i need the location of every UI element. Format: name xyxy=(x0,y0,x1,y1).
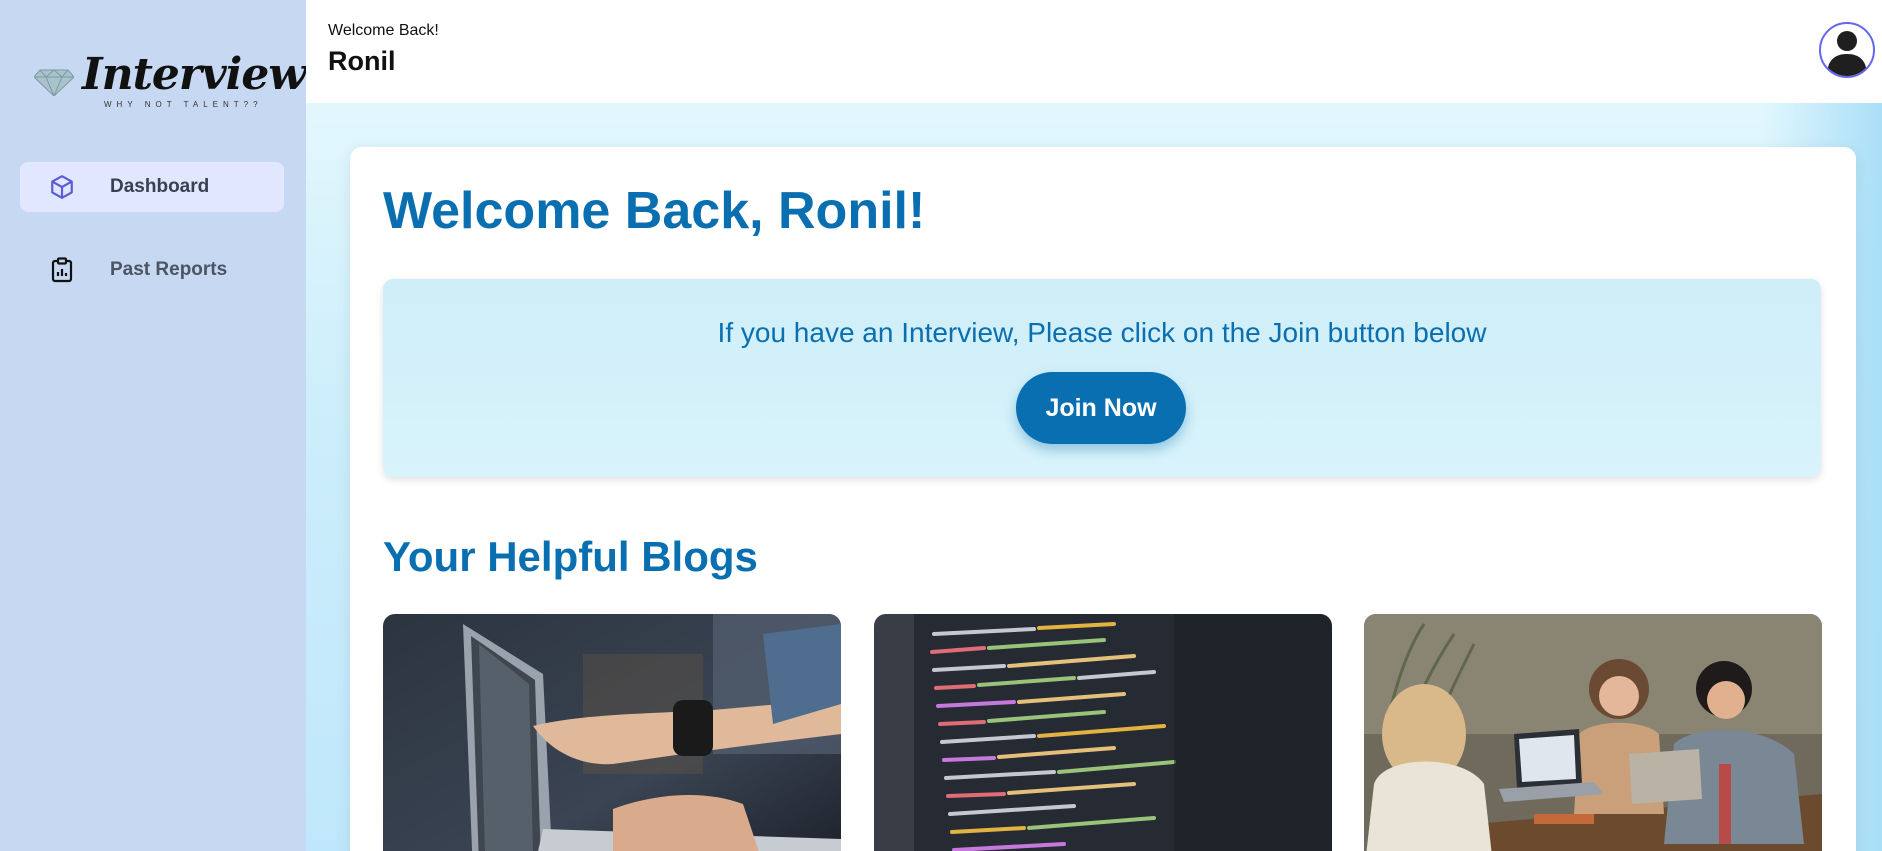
header-greeting: Welcome Back! xyxy=(328,22,439,39)
laptop-pointing-photo xyxy=(383,614,841,851)
join-now-button[interactable]: Join Now xyxy=(1016,372,1186,444)
brand-tagline: WHY NOT TALENT?? xyxy=(104,100,263,109)
header-user-name: Ronil xyxy=(328,46,396,76)
blog-card[interactable] xyxy=(874,614,1332,851)
sidebar-item-dashboard[interactable]: Dashboard xyxy=(20,162,284,212)
sidebar-item-label: Past Reports xyxy=(110,259,228,280)
blog-card[interactable] xyxy=(383,614,841,851)
brand-logo[interactable]: Interview Ji WHY NOT TALENT?? xyxy=(34,48,356,116)
blogs-heading: Your Helpful Blogs xyxy=(383,533,758,580)
top-header: Welcome Back! Ronil xyxy=(306,0,1882,103)
main-content: Welcome Back, Ronil! If you have an Inte… xyxy=(306,103,1882,851)
user-avatar-button[interactable] xyxy=(1819,22,1875,78)
blog-card[interactable] xyxy=(1364,614,1822,851)
clipboard-chart-icon xyxy=(48,256,76,284)
join-interview-panel: If you have an Interview, Please click o… xyxy=(383,279,1821,477)
page-title: Welcome Back, Ronil! xyxy=(383,182,926,240)
code-screen-photo xyxy=(874,614,1332,851)
sidebar: Interview Ji WHY NOT TALENT?? Dashboard … xyxy=(0,0,356,851)
people-at-table-photo xyxy=(1364,614,1822,851)
sidebar-item-past-reports[interactable]: Past Reports xyxy=(20,245,284,295)
join-message: If you have an Interview, Please click o… xyxy=(717,317,1487,348)
diamond-logo-icon xyxy=(34,69,74,96)
cube-icon xyxy=(48,173,76,201)
dashboard-card: Welcome Back, Ronil! If you have an Inte… xyxy=(350,147,1856,851)
user-avatar-icon xyxy=(1827,31,1867,76)
sidebar-item-label: Dashboard xyxy=(110,176,210,197)
